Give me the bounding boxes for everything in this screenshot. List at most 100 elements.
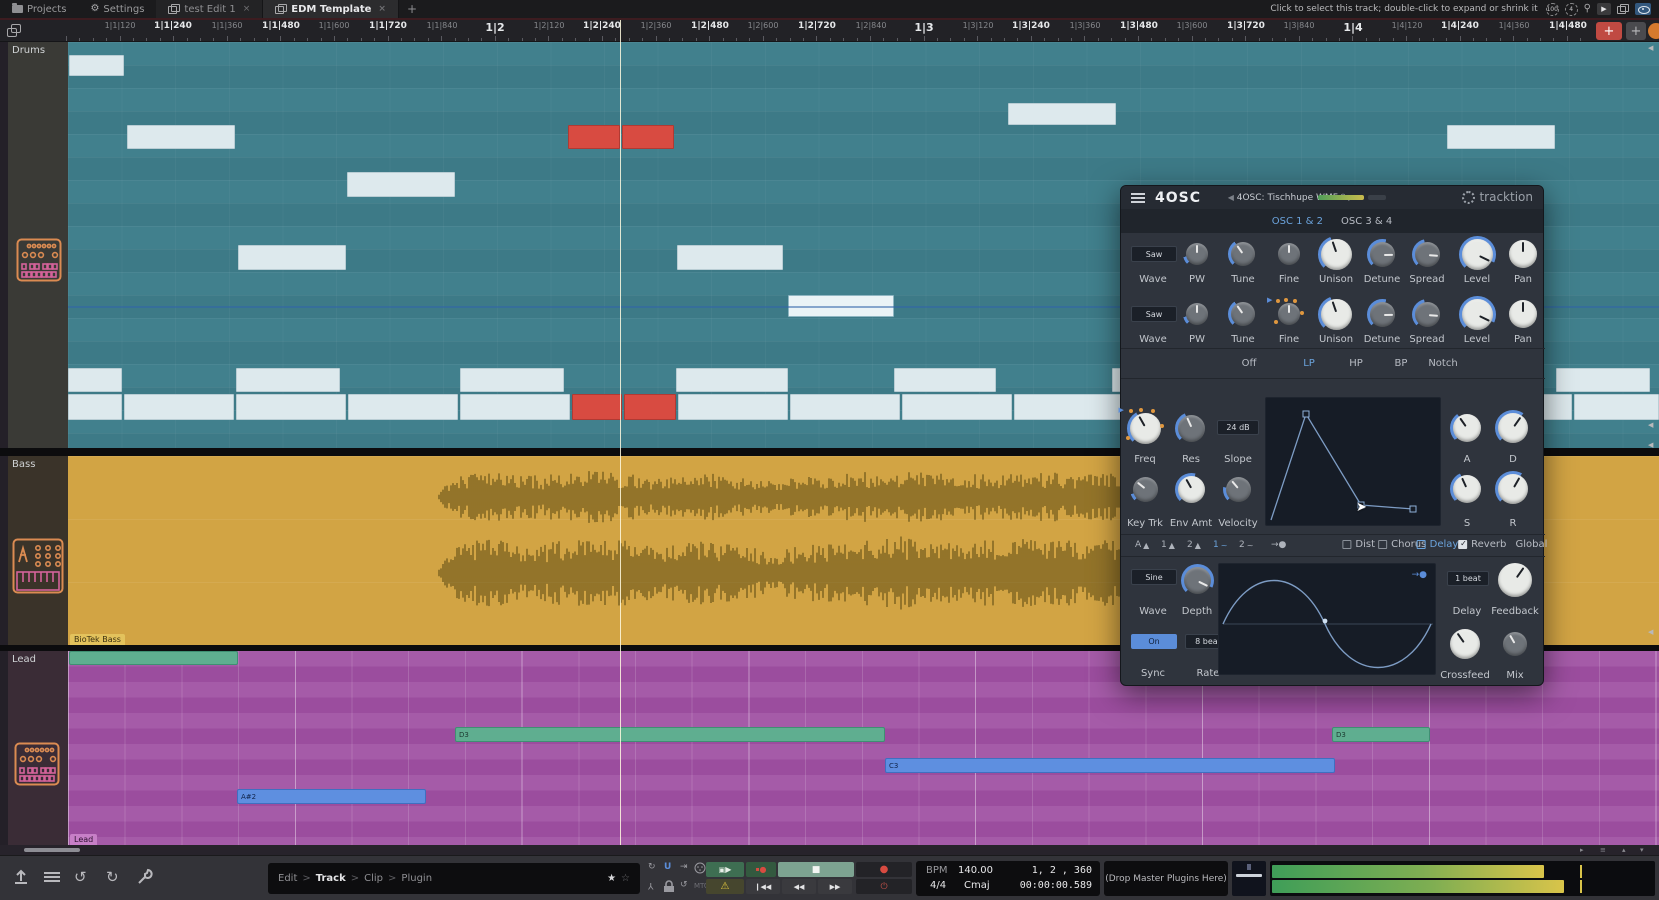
osc1-wave-button[interactable]: Saw <box>1131 246 1177 262</box>
drum-clip[interactable] <box>238 245 346 270</box>
tab-test-edit-1[interactable]: test Edit 1 × <box>156 0 263 18</box>
knob-tune[interactable] <box>1228 239 1258 269</box>
knob-spread[interactable] <box>1412 299 1443 330</box>
knob-d[interactable] <box>1495 410 1531 446</box>
lfo-route-icon[interactable]: →● <box>1412 570 1427 580</box>
knob-fine[interactable]: ▶ <box>1275 300 1303 328</box>
scroll-up-icon[interactable]: ▴ <box>1622 846 1626 854</box>
wrench-icon[interactable] <box>136 868 154 886</box>
record-button[interactable]: ● <box>856 862 912 877</box>
lead-clip-bar[interactable] <box>69 651 238 665</box>
tab-edm-template[interactable]: EDM Template × <box>263 0 399 18</box>
bpm-value[interactable]: 140.00 <box>958 865 993 876</box>
knob-unison[interactable] <box>1318 296 1355 333</box>
key-signature[interactable]: Cmaj <box>964 880 990 891</box>
redo-icon[interactable]: ↻ <box>106 868 119 886</box>
knob-feedback[interactable] <box>1495 560 1535 600</box>
drum-step-clip[interactable] <box>1574 394 1659 420</box>
drum-clip[interactable] <box>622 125 674 149</box>
windows-icon[interactable] <box>1617 4 1629 14</box>
knob-crossfeed[interactable] <box>1447 626 1483 662</box>
drum-machine-icon[interactable] <box>16 238 62 282</box>
ruler-corner-icon[interactable] <box>7 24 21 37</box>
knob-tune[interactable] <box>1228 299 1258 329</box>
knob-detune[interactable] <box>1367 299 1398 330</box>
punch-icon[interactable]: ⇥ <box>680 862 688 872</box>
track-resize-arrow[interactable]: ◀ <box>1648 441 1653 449</box>
drum-step-clip[interactable] <box>572 394 622 420</box>
midi-note-d3[interactable]: D3 <box>455 727 885 742</box>
play-window-icon[interactable]: ▶ <box>1597 3 1611 15</box>
drum-clip[interactable] <box>127 125 235 149</box>
close-tab-icon[interactable]: × <box>378 4 386 14</box>
mod-source-env-1[interactable]: 1▲ <box>1161 540 1175 550</box>
knob-pan[interactable] <box>1506 297 1540 331</box>
delay-time-display[interactable]: 1 beat <box>1447 571 1489 586</box>
playhead-cursor[interactable] <box>620 20 621 845</box>
lfo-waveform-display[interactable]: →● <box>1218 563 1436 675</box>
effect-toggle-delay[interactable]: Delay <box>1417 539 1459 550</box>
knob-key-trk[interactable] <box>1130 474 1161 505</box>
osc2-wave-button[interactable]: Saw <box>1131 306 1177 322</box>
track-resize-arrow[interactable]: ◀ <box>1648 421 1653 429</box>
clip-tag-bass[interactable]: BioTek Bass <box>70 634 125 645</box>
effect-toggle-reverb[interactable]: Reverb <box>1458 539 1506 550</box>
add-button-secondary[interactable]: + <box>1626 22 1646 40</box>
drum-step-clip[interactable] <box>236 394 346 420</box>
knob-velocity[interactable] <box>1223 474 1254 505</box>
knob-depth[interactable] <box>1181 564 1214 597</box>
abort-button[interactable]: ⏻ <box>856 879 912 894</box>
undo-icon[interactable]: ↺ <box>74 868 87 886</box>
track-resize-arrow[interactable]: ◀ <box>1648 44 1653 52</box>
timecode[interactable]: 00:00:00.589 <box>1020 880 1092 891</box>
mod-source-route-→●[interactable]: →● <box>1271 540 1286 550</box>
drum-step-clip[interactable] <box>902 394 1012 420</box>
export-icon[interactable] <box>12 868 30 886</box>
knob-level[interactable] <box>1459 236 1496 273</box>
loop-icon[interactable]: ↺ <box>680 880 688 890</box>
clip-tag-lead[interactable]: Lead <box>70 834 97 845</box>
time-signature[interactable]: 4/4 <box>930 880 946 891</box>
drum-step-clip[interactable] <box>124 394 234 420</box>
master-fader[interactable] <box>1232 861 1266 896</box>
scroll-right-icon[interactable]: ▸ <box>1580 846 1584 854</box>
favorite-star-off-icon[interactable]: ☆ <box>621 873 630 884</box>
snap-magnet-icon[interactable]: U <box>664 862 671 872</box>
breadcrumb-edit[interactable]: Edit <box>278 873 297 884</box>
knob-pw[interactable] <box>1183 300 1211 328</box>
knob-freq[interactable]: ▶ <box>1127 410 1164 447</box>
slip-tool-icon[interactable]: Y <box>648 880 654 890</box>
synth-keyboard-icon[interactable] <box>12 538 64 594</box>
sync-icon[interactable]: ↻ <box>648 862 656 872</box>
midi-note-d3[interactable]: D3 <box>1332 727 1430 742</box>
projects-button[interactable]: Projects <box>0 0 78 18</box>
knob-pan[interactable] <box>1506 237 1540 271</box>
filter-type-hp[interactable]: HP <box>1349 358 1363 369</box>
knob-pw[interactable] <box>1183 240 1211 268</box>
knob-res[interactable] <box>1175 412 1208 445</box>
lfo-sync-button[interactable]: On <box>1131 634 1177 649</box>
timeline-ruler[interactable]: 1|1|1201|1|2401|1|3601|1|4801|1|6001|1|7… <box>0 20 1659 42</box>
knob-level[interactable] <box>1459 296 1496 333</box>
knob-a[interactable] <box>1450 411 1484 445</box>
close-tab-icon[interactable]: × <box>243 4 251 14</box>
filter-type-bp[interactable]: BP <box>1395 358 1408 369</box>
knob-r[interactable] <box>1495 471 1531 507</box>
mod-source-lfo-1[interactable]: 1~ <box>1213 540 1227 550</box>
tempo-position-panel[interactable]: BPM 140.00 1, 2 , 360 4/4 Cmaj 00:00:00.… <box>916 861 1100 896</box>
lfo-wave-button[interactable]: Sine <box>1131 569 1177 585</box>
breadcrumb-track[interactable]: Track <box>316 873 346 884</box>
track-resize-arrow[interactable]: ◀ <box>1648 628 1653 636</box>
knob-env-amt[interactable] <box>1175 473 1208 506</box>
drum-step-clip[interactable] <box>894 368 996 392</box>
drum-clip[interactable] <box>568 125 620 149</box>
filter-envelope-display[interactable] <box>1265 397 1441 526</box>
knob-s[interactable] <box>1450 472 1484 506</box>
scroll-down-icon[interactable]: ▾ <box>1640 846 1644 854</box>
knob-mix[interactable] <box>1500 629 1530 659</box>
filter-type-notch[interactable]: Notch <box>1428 358 1457 369</box>
filter-type-lp[interactable]: LP <box>1303 358 1315 369</box>
warning-button[interactable]: ⚠ <box>706 879 744 894</box>
drum-clip[interactable] <box>347 172 455 197</box>
midi-note-c3[interactable]: C3 <box>885 758 1335 773</box>
